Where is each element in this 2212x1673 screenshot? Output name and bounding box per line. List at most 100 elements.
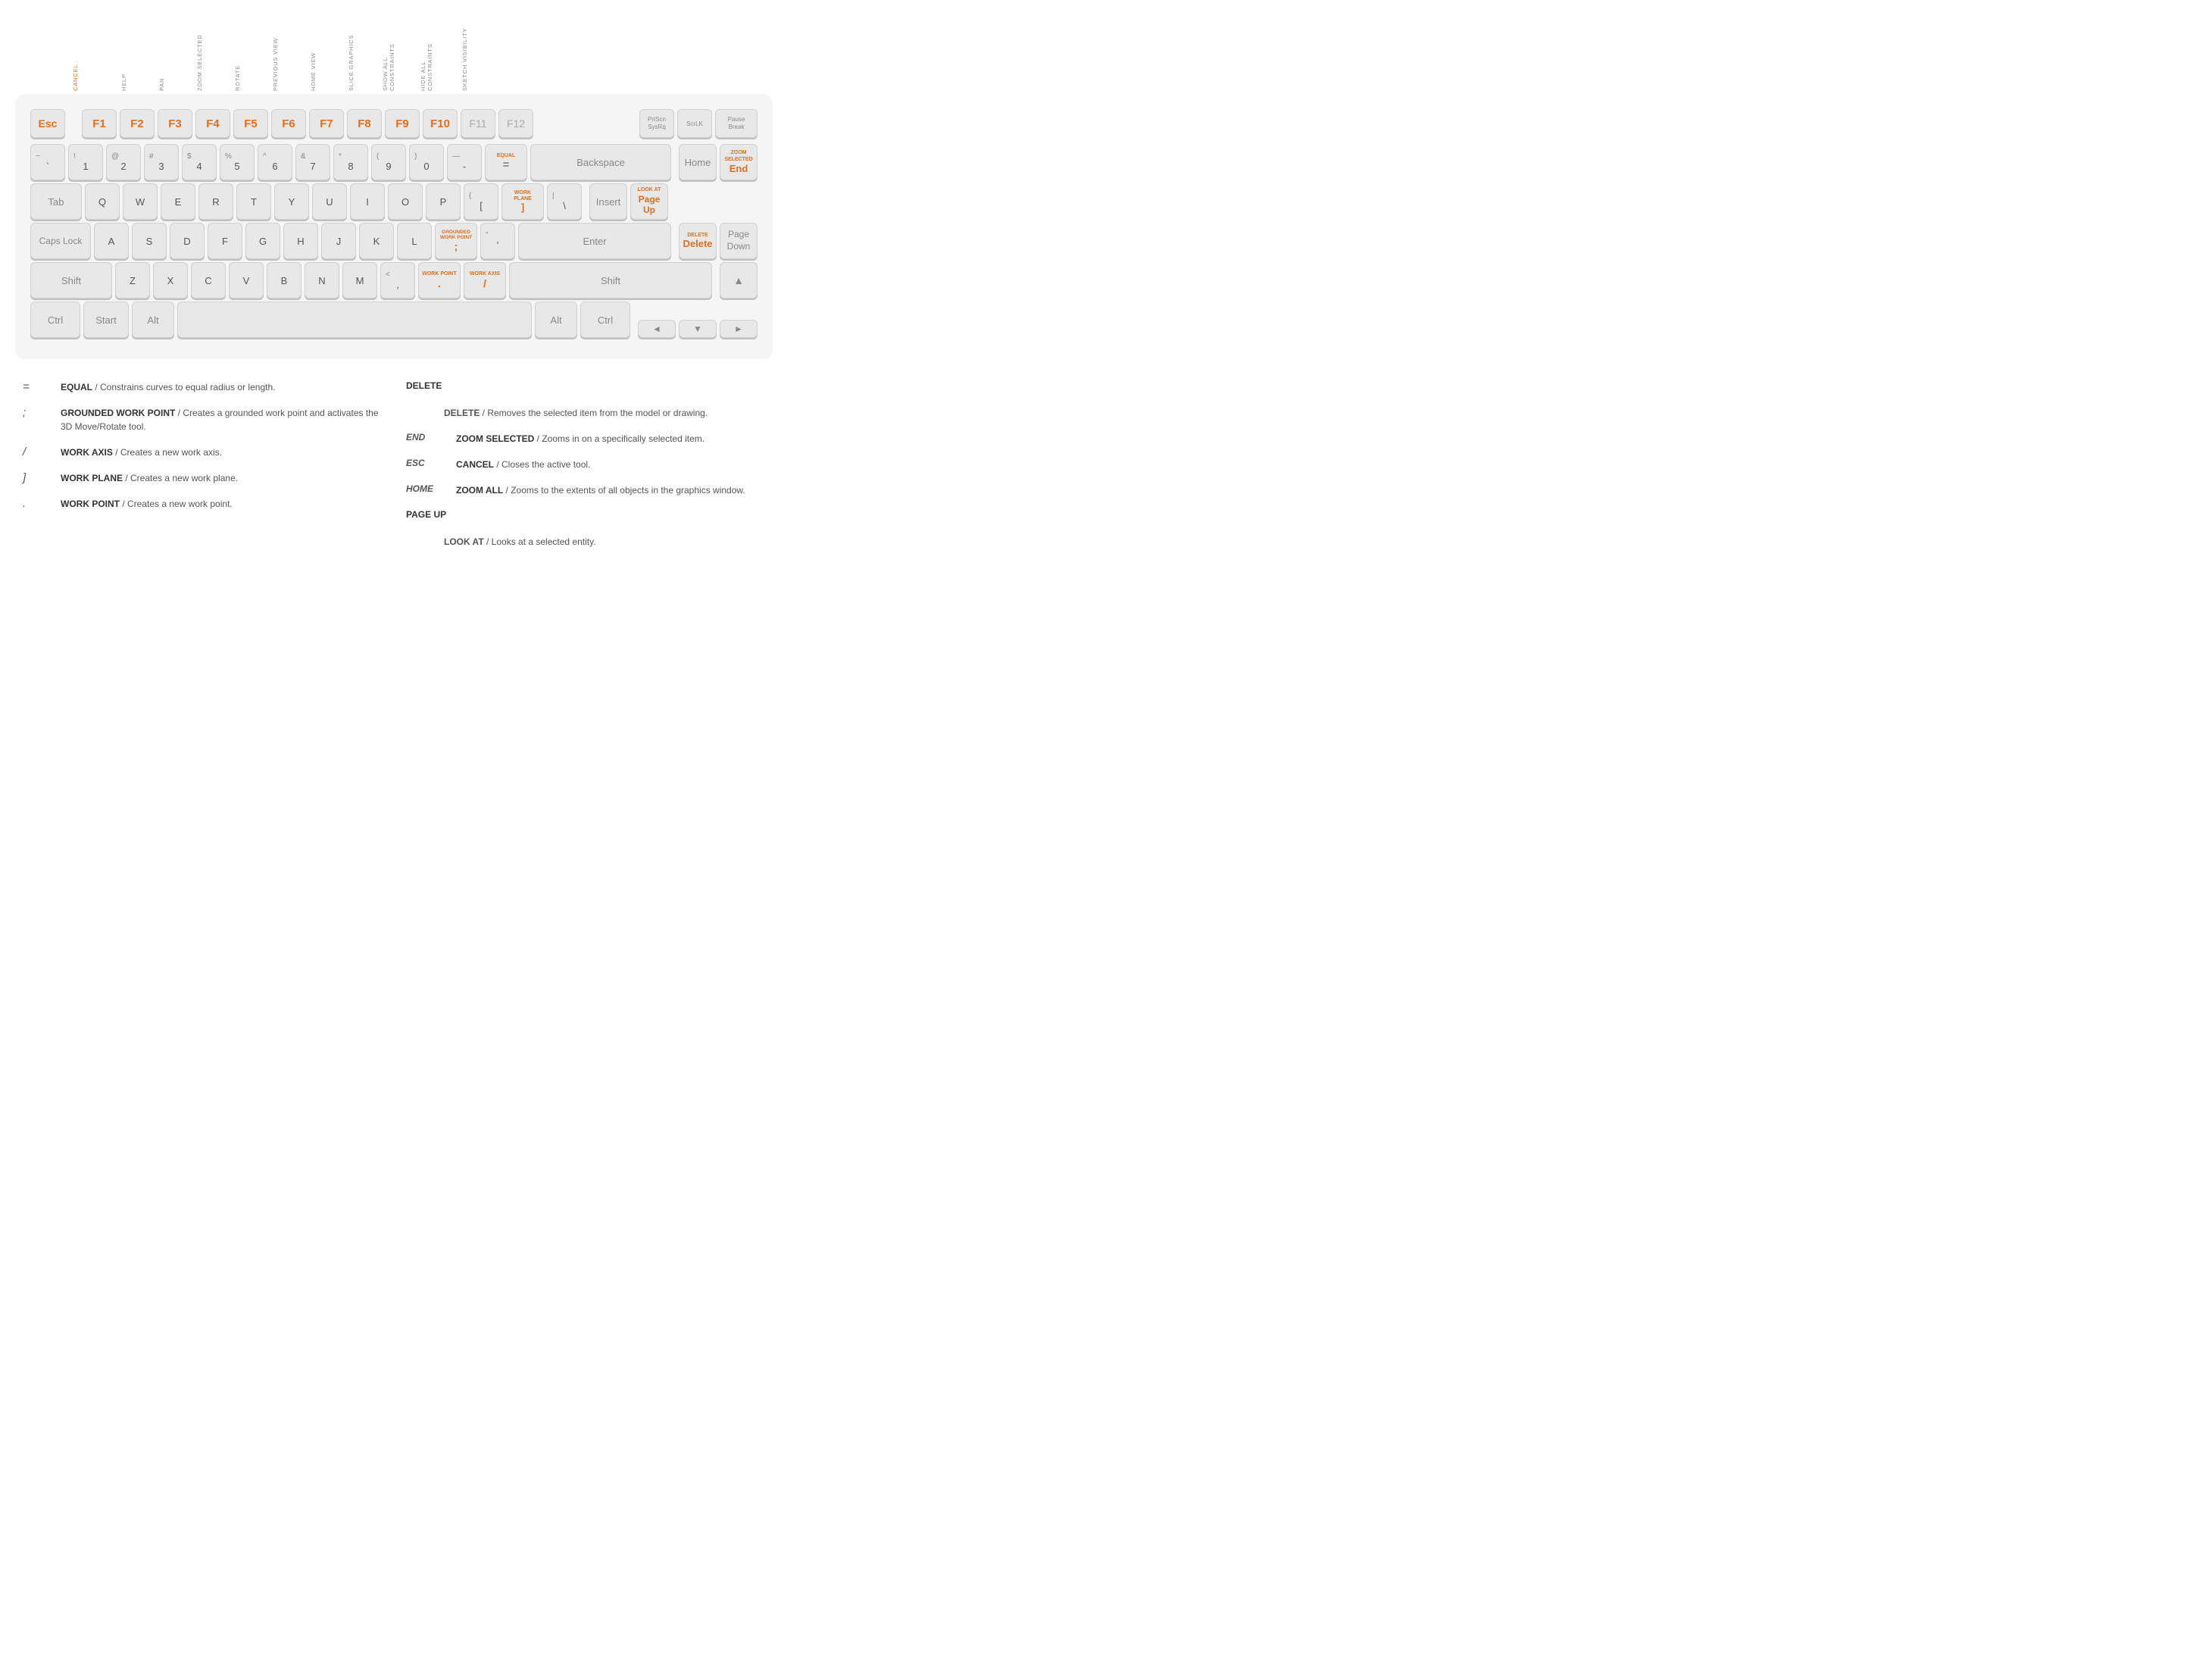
key-arrow-up[interactable]: ▲ bbox=[720, 262, 758, 299]
key-o[interactable]: O bbox=[388, 183, 423, 220]
key-ctrl-right[interactable]: Ctrl bbox=[580, 302, 630, 338]
key-f12[interactable]: F12 bbox=[498, 109, 533, 138]
key-alt-left[interactable]: Alt bbox=[132, 302, 174, 338]
legend-key-pageup: PAGE UP bbox=[406, 509, 765, 520]
legend-section: = EQUAL / Constrains curves to equal rad… bbox=[15, 380, 773, 561]
key-y[interactable]: Y bbox=[274, 183, 309, 220]
key-bracket-right[interactable]: WORKPLANE ] bbox=[501, 183, 544, 220]
key-w[interactable]: W bbox=[123, 183, 158, 220]
legend-text-equal: EQUAL / Constrains curves to equal radiu… bbox=[61, 380, 382, 394]
key-slash[interactable]: WORK AXIS / bbox=[464, 262, 506, 299]
key-f11[interactable]: F11 bbox=[461, 109, 495, 138]
key-u[interactable]: U bbox=[312, 183, 347, 220]
key-v-label: V bbox=[243, 275, 250, 286]
key-k[interactable]: K bbox=[359, 223, 394, 259]
key-p[interactable]: P bbox=[426, 183, 461, 220]
key-enter[interactable]: Enter bbox=[518, 223, 671, 259]
key-equal[interactable]: EQUAL = bbox=[485, 144, 527, 180]
key-j[interactable]: J bbox=[321, 223, 356, 259]
key-b[interactable]: B bbox=[267, 262, 301, 299]
key-insert[interactable]: Insert bbox=[589, 183, 627, 220]
legend-text-semicolon: GROUNDED WORK POINT / Creates a grounded… bbox=[61, 406, 382, 433]
key-delete[interactable]: DELETE Delete bbox=[679, 223, 717, 259]
key-insert-label: Insert bbox=[596, 196, 621, 208]
key-scrlk[interactable]: ScrLK bbox=[677, 109, 712, 138]
key-slash-accent: WORK AXIS bbox=[470, 271, 500, 277]
key-backtick[interactable]: ~ ` bbox=[30, 144, 65, 180]
key-backspace[interactable]: Backspace bbox=[530, 144, 671, 180]
key-arrow-right[interactable]: ► bbox=[720, 320, 758, 338]
key-backtick-top: ~ bbox=[36, 152, 40, 161]
key-f5[interactable]: F5 bbox=[233, 109, 268, 138]
key-f10[interactable]: F10 bbox=[423, 109, 458, 138]
key-d[interactable]: D bbox=[170, 223, 205, 259]
key-0[interactable]: )0 bbox=[409, 144, 444, 180]
key-alt-right[interactable]: Alt bbox=[535, 302, 577, 338]
key-shift-left[interactable]: Shift bbox=[30, 262, 112, 299]
key-arrow-left[interactable]: ◄ bbox=[638, 320, 676, 338]
key-1[interactable]: !1 bbox=[68, 144, 103, 180]
key-f3[interactable]: F3 bbox=[158, 109, 192, 138]
key-bracket-left[interactable]: { [ bbox=[464, 183, 498, 220]
key-f6[interactable]: F6 bbox=[271, 109, 306, 138]
key-shift-right-label: Shift bbox=[601, 275, 620, 286]
key-v[interactable]: V bbox=[229, 262, 264, 299]
key-6[interactable]: ^6 bbox=[258, 144, 292, 180]
key-start[interactable]: Start bbox=[83, 302, 129, 338]
key-h[interactable]: H bbox=[283, 223, 318, 259]
key-space[interactable] bbox=[177, 302, 532, 338]
key-f1[interactable]: F1 bbox=[82, 109, 117, 138]
key-ctrl-left[interactable]: Ctrl bbox=[30, 302, 80, 338]
key-4[interactable]: $4 bbox=[182, 144, 217, 180]
key-quote-bot: ' bbox=[497, 239, 498, 251]
key-minus-top: — bbox=[452, 152, 460, 161]
key-g[interactable]: G bbox=[245, 223, 280, 259]
key-f9[interactable]: F9 bbox=[385, 109, 420, 138]
key-5[interactable]: %5 bbox=[220, 144, 255, 180]
key-z[interactable]: Z bbox=[115, 262, 150, 299]
key-f8[interactable]: F8 bbox=[347, 109, 382, 138]
key-x[interactable]: X bbox=[153, 262, 188, 299]
key-semicolon[interactable]: GROUNDEDWORK POINT ; bbox=[435, 223, 477, 259]
key-quote[interactable]: " ' bbox=[480, 223, 515, 259]
f8-label: SHOW ALL CONSTRAINTS bbox=[382, 15, 395, 91]
key-backspace-label: Backspace bbox=[576, 157, 625, 168]
key-s[interactable]: S bbox=[132, 223, 167, 259]
key-f7[interactable]: F7 bbox=[309, 109, 344, 138]
key-minus[interactable]: —- bbox=[447, 144, 482, 180]
key-shift-right[interactable]: Shift bbox=[509, 262, 712, 299]
key-period[interactable]: WORK POINT . bbox=[418, 262, 461, 299]
key-comma-top: < bbox=[386, 270, 390, 279]
key-end[interactable]: ZOOMSELECTED End bbox=[720, 144, 758, 180]
key-comma[interactable]: < , bbox=[380, 262, 415, 299]
key-f2[interactable]: F2 bbox=[120, 109, 155, 138]
key-pageup[interactable]: LOOK AT PageUp bbox=[630, 183, 668, 220]
key-2[interactable]: @2 bbox=[106, 144, 141, 180]
key-comma-bot: , bbox=[396, 279, 399, 290]
key-a[interactable]: A bbox=[94, 223, 129, 259]
key-caps[interactable]: Caps Lock bbox=[30, 223, 91, 259]
key-f[interactable]: F bbox=[208, 223, 242, 259]
key-7[interactable]: &7 bbox=[295, 144, 330, 180]
key-backslash[interactable]: | \ bbox=[547, 183, 582, 220]
key-home[interactable]: Home bbox=[679, 144, 717, 180]
key-c[interactable]: C bbox=[191, 262, 226, 299]
key-esc[interactable]: Esc bbox=[30, 109, 65, 138]
key-i[interactable]: I bbox=[350, 183, 385, 220]
key-r[interactable]: R bbox=[198, 183, 233, 220]
key-tab[interactable]: Tab bbox=[30, 183, 82, 220]
key-e[interactable]: E bbox=[161, 183, 195, 220]
key-m[interactable]: M bbox=[342, 262, 377, 299]
key-t[interactable]: T bbox=[236, 183, 271, 220]
key-9[interactable]: (9 bbox=[371, 144, 406, 180]
key-q[interactable]: Q bbox=[85, 183, 120, 220]
key-n[interactable]: N bbox=[305, 262, 339, 299]
key-3[interactable]: #3 bbox=[144, 144, 179, 180]
key-pause[interactable]: PauseBreak bbox=[715, 109, 758, 138]
key-prtscn[interactable]: PrtScnSysRq bbox=[639, 109, 674, 138]
key-pagedown[interactable]: PageDown bbox=[720, 223, 758, 259]
key-f4[interactable]: F4 bbox=[195, 109, 230, 138]
key-l[interactable]: L bbox=[397, 223, 432, 259]
key-arrow-down[interactable]: ▼ bbox=[679, 320, 717, 338]
key-8[interactable]: *8 bbox=[333, 144, 368, 180]
